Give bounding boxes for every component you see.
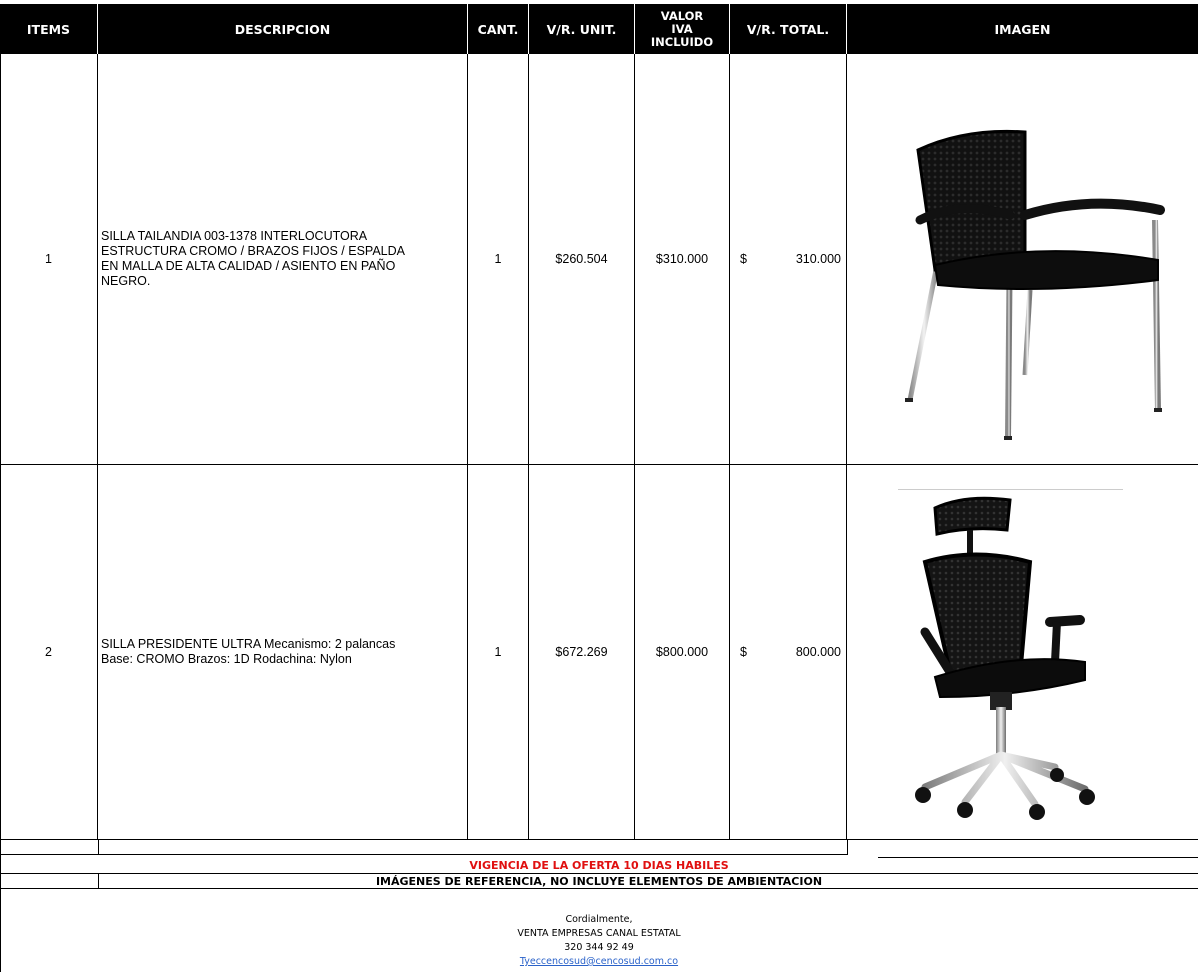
header-valor-line: VALOR bbox=[660, 8, 704, 23]
row1-unit-price: $260.504 bbox=[529, 54, 635, 465]
row2-unit-price: $672.269 bbox=[529, 465, 635, 840]
closing-text: Cordialmente, bbox=[565, 914, 633, 925]
row1-total-value: 310.000 bbox=[795, 252, 841, 266]
row1-total-symbol: $ bbox=[740, 252, 747, 266]
header-valor-iva-incluido: VALOR IVA INCLUIDO bbox=[635, 4, 730, 54]
row2-total-symbol: $ bbox=[740, 645, 747, 659]
row2-item: 2 bbox=[0, 465, 98, 840]
header-cant: CANT. bbox=[468, 4, 529, 54]
quotation-sheet: ITEMS DESCRIPCION CANT. V/R. UNIT. VALOR… bbox=[0, 0, 1198, 972]
email-link[interactable]: Tyeccencosud@cencosud.com.co bbox=[0, 955, 1198, 969]
row1-total: $ 310.000 bbox=[730, 54, 847, 465]
row2-qty: 1 bbox=[468, 465, 529, 840]
row2-description: SILLA PRESIDENTE ULTRA Mecanismo: 2 pala… bbox=[98, 465, 468, 840]
executive-office-chair-icon bbox=[915, 496, 1095, 820]
row1-item: 1 bbox=[0, 54, 98, 465]
images-disclaimer: IMÁGENES DE REFERENCIA, NO INCLUYE ELEME… bbox=[375, 875, 823, 888]
grid-line bbox=[98, 840, 99, 855]
company-name: VENTA EMPRESAS CANAL ESTATAL bbox=[517, 928, 681, 939]
header-descripcion: DESCRIPCION bbox=[98, 4, 468, 54]
grid-line bbox=[0, 854, 847, 855]
phone-number: 320 344 92 49 bbox=[564, 942, 634, 953]
grid-line bbox=[0, 888, 1198, 889]
row1-description: SILLA TAILANDIA 003-1378 INTERLOCUTORA E… bbox=[98, 54, 468, 465]
grid-line bbox=[0, 873, 1198, 874]
header-incluido-line: INCLUIDO bbox=[650, 34, 714, 49]
row2-total-value: 800.000 bbox=[795, 645, 841, 659]
offer-validity-notice: VIGENCIA DE LA OFERTA 10 DIAS HABILES bbox=[469, 859, 729, 872]
visitor-chair-icon bbox=[905, 129, 1165, 440]
header-items: ITEMS bbox=[0, 4, 98, 54]
row2-total: $ 800.000 bbox=[730, 465, 847, 840]
row1-price-iva: $310.000 bbox=[635, 54, 730, 465]
grid-line bbox=[847, 840, 848, 855]
row1-qty: 1 bbox=[468, 54, 529, 465]
left-border bbox=[0, 54, 1, 972]
header-vr-unit: V/R. UNIT. bbox=[529, 4, 635, 54]
row2-price-iva: $800.000 bbox=[635, 465, 730, 840]
header-imagen: IMAGEN bbox=[847, 4, 1198, 54]
grid-line bbox=[878, 857, 1198, 858]
image-top-rule bbox=[898, 489, 1123, 490]
header-vr-total: V/R. TOTAL. bbox=[730, 4, 847, 54]
header-iva-line: IVA bbox=[671, 21, 693, 36]
signature-block: Cordialmente, VENTA EMPRESAS CANAL ESTAT… bbox=[0, 913, 1198, 969]
